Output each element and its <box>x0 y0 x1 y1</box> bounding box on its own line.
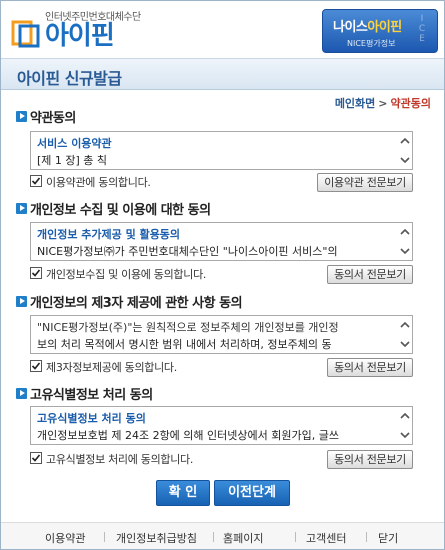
scroll-down-icon[interactable] <box>400 339 410 349</box>
previous-step-button[interactable]: 이전단계 <box>214 480 290 506</box>
third-party-agree-label: 제3자정보제공에 동의합니다. <box>46 361 177 374</box>
terms-agree-row: 이용약관에 동의합니다. 이용약관 전문보기 <box>30 173 413 192</box>
breadcrumb-separator: > <box>378 97 388 110</box>
section-heading-unique-id: 고유식별정보 처리 동의 <box>30 388 153 403</box>
terms-full-text-button[interactable]: 이용약관 전문보기 <box>317 173 413 192</box>
privacy-full-text-button[interactable]: 동의서 전문보기 <box>327 265 413 284</box>
privacy-text-title: 개인정보 추가제공 및 활용동의 <box>37 228 181 241</box>
unique-id-agree-checkbox[interactable] <box>30 452 42 464</box>
unique-id-text-title: 고유식별정보 처리 동의 <box>37 412 146 425</box>
footer-divider <box>104 532 105 542</box>
terms-text-body: [제 1 장] 총 칙 <box>37 154 108 167</box>
footer-link-customer-center[interactable]: 고객센터 <box>306 530 346 546</box>
unique-id-agree-row: 고유식별정보 처리에 동의합니다. 동의서 전문보기 <box>30 450 413 469</box>
nice-ipin-badge: 나이스아이핀 NICE평가정보 ICE <box>322 9 438 53</box>
unique-id-textbox[interactable]: 고유식별정보 처리 동의 개인정보보호법 제 24조 2항에 의해 인터넷상에서… <box>30 406 413 445</box>
terms-text-title: 서비스 이용약관 <box>37 137 112 150</box>
section-arrow-icon <box>16 203 27 214</box>
badge-decoration-icon: ICE <box>418 14 426 44</box>
scroll-down-icon[interactable] <box>400 246 410 256</box>
footer-link-homepage[interactable]: 홈페이지 <box>223 530 263 546</box>
breadcrumb-home[interactable]: 메인화면 <box>335 97 375 110</box>
privacy-textbox[interactable]: 개인정보 추가제공 및 활용동의 NICE평가정보㈜가 주민번호대체수단인 "나… <box>30 222 413 261</box>
confirm-button[interactable]: 확 인 <box>156 480 210 506</box>
section-heading-privacy: 개인정보 수집 및 이용에 대한 동의 <box>30 203 211 218</box>
section-arrow-icon <box>16 296 27 307</box>
footer-link-terms[interactable]: 이용약관 <box>45 530 85 546</box>
terms-agree-checkbox[interactable] <box>30 175 42 187</box>
privacy-agree-label: 개인정보수집 및 이용에 동의합니다. <box>46 268 207 281</box>
terms-scrollbar[interactable] <box>396 132 412 169</box>
privacy-text-body: NICE평가정보㈜가 주민번호대체수단인 "나이스아이핀 서비스"의 <box>37 245 338 258</box>
unique-id-scrollbar[interactable] <box>396 407 412 444</box>
breadcrumb: 메인화면 > 약관동의 <box>335 95 431 111</box>
privacy-scrollbar[interactable] <box>396 223 412 260</box>
third-party-agree-row: 제3자정보제공에 동의합니다. 동의서 전문보기 <box>30 358 413 377</box>
scroll-up-icon[interactable] <box>400 320 410 330</box>
scroll-up-icon[interactable] <box>400 411 410 421</box>
third-party-text-line2: 보의 처리 목적에서 명시한 범위 내에서 처리하며, 정보주체의 동 <box>37 338 332 351</box>
unique-id-text-body: 개인정보보호법 제 24조 2항에 의해 인터넷상에서 회원가입, 글쓰 <box>37 429 339 442</box>
scroll-down-icon[interactable] <box>400 430 410 440</box>
page-title: 아이핀 신규발급 <box>17 69 122 88</box>
third-party-full-text-button[interactable]: 동의서 전문보기 <box>327 358 413 377</box>
scroll-down-icon[interactable] <box>400 155 410 165</box>
unique-id-agree-label: 고유식별정보 처리에 동의합니다. <box>46 453 194 466</box>
breadcrumb-current: 약관동의 <box>390 97 431 110</box>
terms-agree-label: 이용약관에 동의합니다. <box>46 176 151 189</box>
section-heading-third-party: 개인정보의 제3자 제공에 관한 사항 동의 <box>30 296 243 311</box>
scroll-up-icon[interactable] <box>400 136 410 146</box>
footer-divider <box>213 532 214 542</box>
footer-link-privacy-policy[interactable]: 개인정보취급방침 <box>116 530 197 546</box>
footer-divider <box>295 532 296 542</box>
third-party-agree-checkbox[interactable] <box>30 360 42 372</box>
title-bar: 아이핀 신규발급 <box>1 58 444 90</box>
footer: 이용약관 개인정보취급방침 홈페이지 고객센터 닫기 <box>1 522 444 549</box>
terms-textbox[interactable]: 서비스 이용약관 [제 1 장] 총 칙 <box>30 131 413 170</box>
logo-name: 아이핀 <box>45 21 115 51</box>
badge-subtitle: NICE평가정보 <box>347 39 396 48</box>
header: 인터넷주민번호대체수단 아이핀 나이스아이핀 NICE평가정보 ICE <box>1 1 444 57</box>
section-arrow-icon <box>16 388 27 399</box>
privacy-agree-row: 개인정보수집 및 이용에 동의합니다. 동의서 전문보기 <box>30 265 413 284</box>
footer-divider <box>366 532 367 542</box>
ipin-logo-icon <box>11 20 40 48</box>
privacy-agree-checkbox[interactable] <box>30 267 42 279</box>
scroll-up-icon[interactable] <box>400 227 410 237</box>
third-party-text-line1: "NICE평가정보(주)"는 원칙적으로 정보주체의 개인정보를 개인정 <box>37 321 339 334</box>
footer-link-close[interactable]: 닫기 <box>378 530 398 546</box>
section-heading-terms: 약관동의 <box>30 111 76 126</box>
badge-title: 나이스아이핀 <box>333 20 402 35</box>
third-party-textbox[interactable]: "NICE평가정보(주)"는 원칙적으로 정보주체의 개인정보를 개인정 보의 … <box>30 315 413 354</box>
unique-id-full-text-button[interactable]: 동의서 전문보기 <box>327 450 413 469</box>
section-arrow-icon <box>16 111 27 122</box>
third-party-scrollbar[interactable] <box>396 316 412 353</box>
